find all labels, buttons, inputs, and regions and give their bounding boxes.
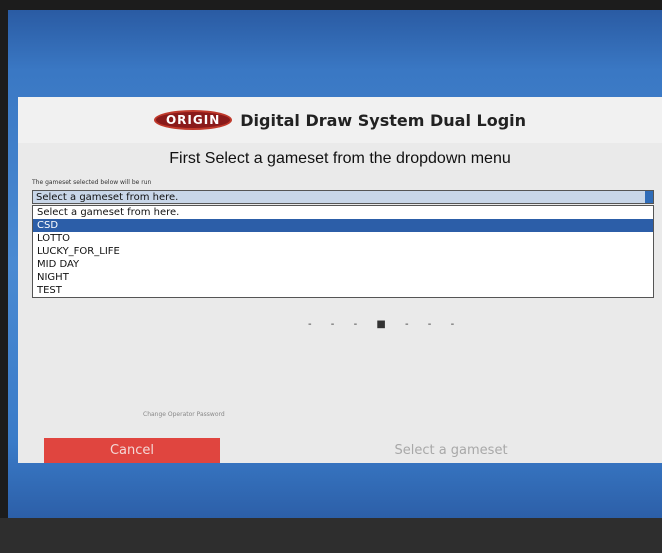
- gameset-dropdown[interactable]: Select a gameset from here.: [32, 190, 654, 204]
- dropdown-option[interactable]: NIGHT: [33, 271, 653, 284]
- dialog-header: ORIGIN Digital Draw System Dual Login: [18, 97, 662, 143]
- login-dialog: ORIGIN Digital Draw System Dual Login Fi…: [18, 97, 662, 463]
- dropdown-option[interactable]: LUCKY_FOR_LIFE: [33, 245, 653, 258]
- instruction-text: First Select a gameset from the dropdown…: [169, 150, 511, 167]
- gameset-field-label: The gameset selected below will be run: [32, 179, 152, 186]
- dropdown-option[interactable]: MID DAY: [33, 258, 653, 271]
- dropdown-option[interactable]: CSD: [33, 219, 653, 232]
- change-operator-password-link[interactable]: Change Operator Password: [143, 411, 225, 418]
- dropdown-options-list: Select a gameset from here. CSD LOTTO LU…: [32, 205, 654, 298]
- dropdown-option[interactable]: Select a gameset from here.: [33, 206, 653, 219]
- origin-logo: ORIGIN: [153, 110, 233, 130]
- select-gameset-button[interactable]: Select a gameset: [356, 438, 546, 463]
- dropdown-arrow-icon[interactable]: [645, 191, 653, 203]
- desktop-screen: ORIGIN Digital Draw System Dual Login Fi…: [8, 10, 662, 518]
- cancel-button[interactable]: Cancel: [44, 438, 220, 463]
- monitor-bezel: [0, 518, 662, 553]
- dialog-title: Digital Draw System Dual Login: [240, 110, 527, 130]
- dropdown-option[interactable]: LOTTO: [33, 232, 653, 245]
- dropdown-option[interactable]: TEST: [33, 284, 653, 297]
- dropdown-selected-value: Select a gameset from here.: [36, 192, 179, 203]
- loading-dashes: - - - ■ - - -: [308, 319, 463, 330]
